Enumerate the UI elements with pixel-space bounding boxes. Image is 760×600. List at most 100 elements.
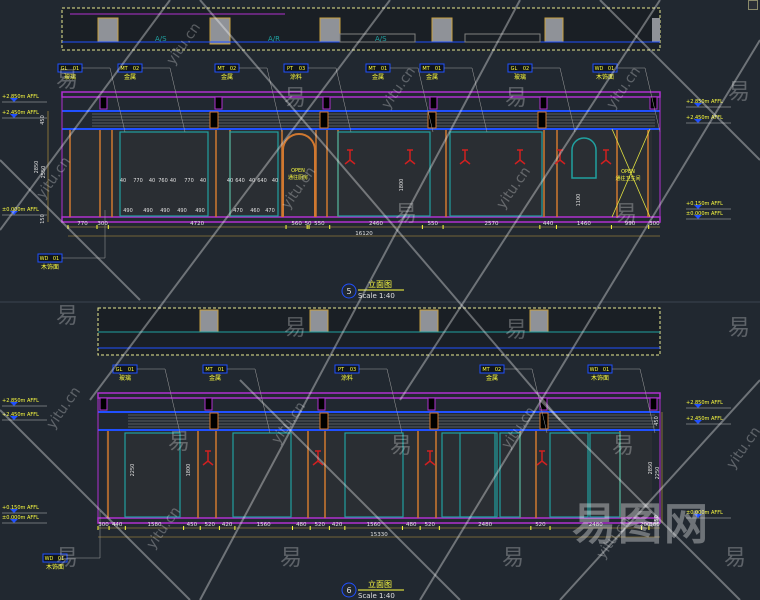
dimension-value: 550 — [427, 221, 438, 227]
open-label: OPEN — [291, 168, 305, 174]
inner-dimension: 40 — [200, 178, 206, 184]
beam — [649, 96, 658, 110]
level-label: ±0.000m AFFL — [686, 211, 723, 217]
vertical-dimension: 2850 — [648, 462, 654, 475]
inner-dimension: 640 — [257, 178, 267, 184]
plan-view-lower — [97, 307, 661, 356]
ceiling-post — [209, 111, 219, 129]
level-label: +2.850m AFFL — [2, 398, 39, 404]
material-name: 涂料 — [341, 374, 353, 382]
beam — [429, 96, 438, 110]
dimension-value: 450 — [187, 522, 198, 528]
dimension-value: 480 — [406, 522, 417, 528]
material-number: 02 — [230, 66, 236, 72]
level-label: ±0.000m AFFL — [686, 510, 723, 516]
level-label: +0.150m AFFL — [686, 201, 723, 207]
material-number: 03 — [350, 367, 356, 373]
dimension-value: 300 — [97, 221, 108, 227]
material-code: MT — [368, 66, 376, 72]
vertical-dimension: 2250 — [655, 467, 661, 480]
vertical-dimension: 450 — [654, 416, 660, 426]
inner-dimension: 40 — [272, 178, 278, 184]
dimension-value: 2480 — [478, 522, 492, 528]
scrollbar-thumb[interactable] — [748, 0, 758, 10]
inner-dimension: 760 — [158, 178, 168, 184]
ceiling-post — [319, 111, 329, 129]
inner-dimension: 40 — [149, 178, 155, 184]
wall-surface — [70, 130, 652, 217]
inner-dimension: 460 — [250, 208, 260, 214]
material-name: 金属 — [372, 73, 384, 81]
material-number: 03 — [299, 66, 305, 72]
total-dimension: 16120 — [355, 231, 373, 237]
material-code: MT — [217, 66, 225, 72]
dimension-value: 550 — [314, 221, 325, 227]
material-name: 玻璃 — [64, 73, 76, 81]
floor-line — [61, 216, 661, 223]
title-block-6: 6 立面图 Scale 1:40 — [341, 579, 404, 600]
dimension-value: 440 — [543, 221, 554, 227]
inner-dimension: 490 — [123, 208, 133, 214]
level-label: +2.450m AFFL — [686, 416, 723, 422]
beam — [649, 397, 658, 411]
cad-drawing-canvas[interactable]: A/S A/R A/S GL 01玻璃MT 02金属MT 02金属PT 03涂料MT 01… — [0, 0, 760, 600]
inner-dimension: 1100 — [576, 194, 582, 207]
dimension-value: 520 — [424, 522, 435, 528]
material-code: MT — [482, 367, 490, 373]
drawing-title: 立面图 — [368, 579, 392, 589]
dimension-value: 4720 — [190, 221, 204, 227]
ceiling-post — [209, 412, 219, 430]
plan-label: A/R — [268, 35, 280, 43]
beam — [204, 397, 213, 411]
material-number: 01 — [128, 367, 134, 373]
elevation-6: GL 01玻璃MT 01金属PT 03涂料MT 02金属WD 01木饰面WD 01木饰面+2… — [2, 364, 731, 571]
ceiling-post — [537, 111, 547, 129]
leader-line — [359, 368, 403, 434]
dimension-value: 2460 — [369, 221, 383, 227]
leader-line — [137, 368, 181, 434]
dimension-value: 520 — [315, 522, 326, 528]
material-name: 金属 — [209, 374, 221, 382]
title-block-5: 5 立面图 Scale 1:40 — [341, 279, 404, 300]
level-label: +2.450m AFFL — [2, 110, 39, 116]
material-name: 木饰面 — [591, 374, 609, 382]
material-name: 玻璃 — [119, 374, 131, 382]
beam — [427, 397, 436, 411]
level-label: +2.850m AFFL — [686, 400, 723, 406]
material-code: GL — [511, 66, 518, 72]
leader-line — [239, 67, 283, 133]
material-number: 02 — [495, 367, 501, 373]
inner-dimension: 490 — [177, 208, 187, 214]
leader-line — [227, 368, 271, 434]
dimension-value: 770 — [77, 221, 88, 227]
plan-label: A/S — [155, 35, 167, 43]
material-name: 金属 — [221, 73, 233, 81]
material-code: GL — [116, 367, 123, 373]
inner-dimension: 640 — [235, 178, 245, 184]
leader-line — [612, 368, 656, 434]
dimension-value: 300 — [98, 522, 109, 528]
inner-dimension: 40 — [227, 178, 233, 184]
dimension-value: 560 — [291, 221, 302, 227]
drawing-number: 5 — [346, 287, 351, 296]
ceiling-post — [427, 111, 437, 129]
vertical-dimension: 150 — [40, 214, 46, 224]
vertical-dimension: 2850 — [34, 161, 40, 174]
inner-dimension: 2250 — [130, 464, 136, 477]
dimension-value: 1580 — [147, 522, 161, 528]
material-name: 木饰面 — [46, 563, 64, 571]
open-label: 通往厨房 — [288, 174, 308, 181]
inner-dimension: 490 — [143, 208, 153, 214]
material-code: GL — [61, 66, 68, 72]
inner-dimension: 470 — [265, 208, 275, 214]
dimension-value: 2480 — [589, 522, 603, 528]
beam — [99, 397, 108, 411]
inner-dimension: 470 — [233, 208, 243, 214]
beam — [214, 96, 223, 110]
dimension-value: 520 — [535, 522, 546, 528]
dimension-value: 1460 — [577, 221, 591, 227]
ceiling-soffit — [61, 91, 661, 98]
material-number: 02 — [133, 66, 139, 72]
material-name: 金属 — [486, 374, 498, 382]
material-number: 01 — [58, 556, 64, 562]
